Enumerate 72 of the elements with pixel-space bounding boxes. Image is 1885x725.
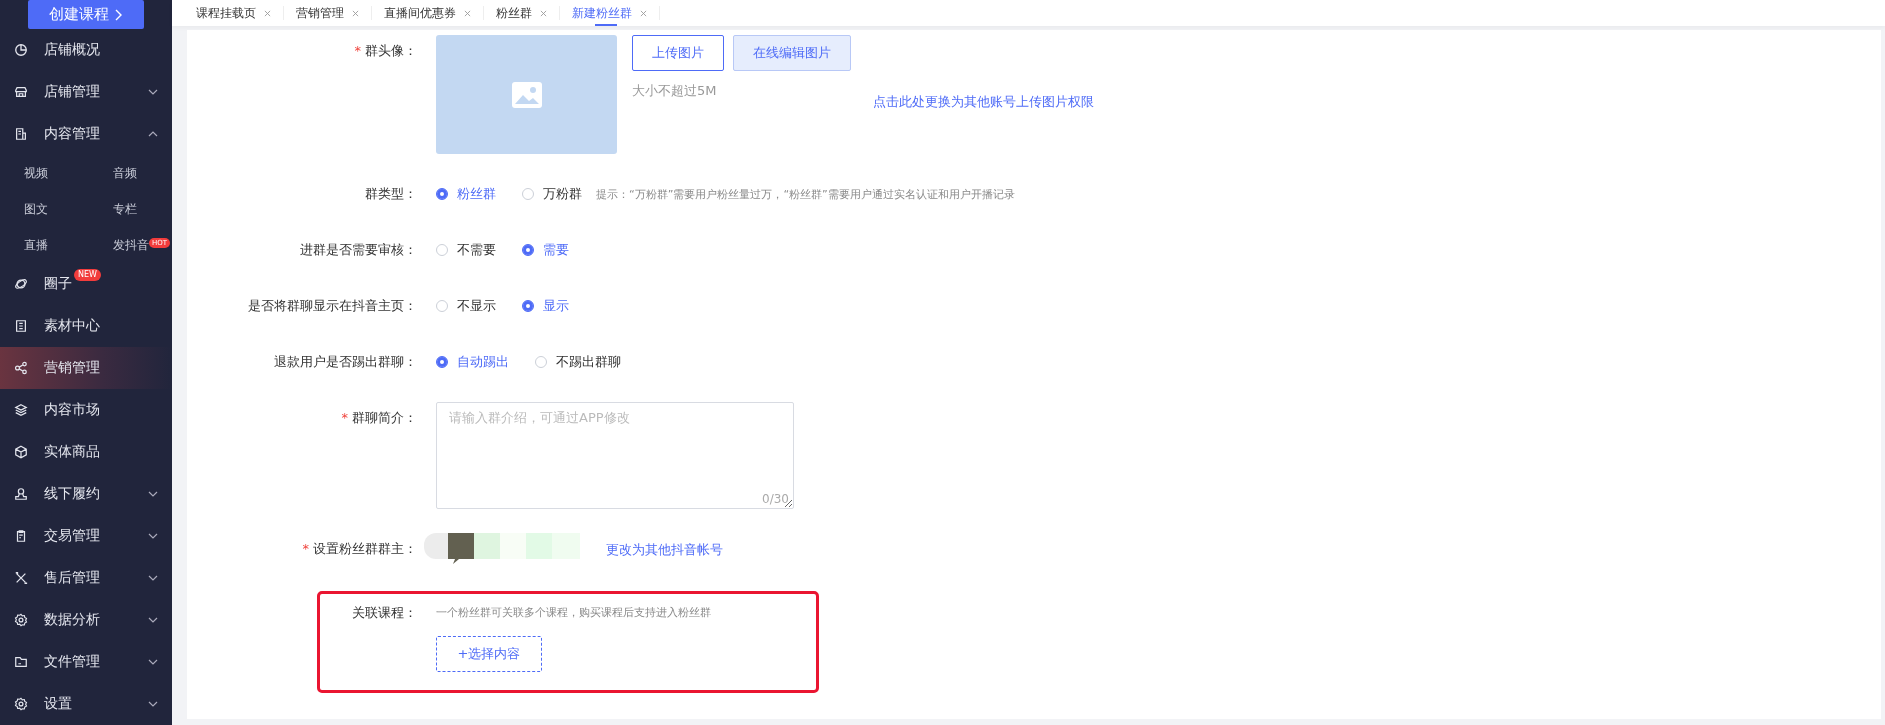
sidebar-item[interactable]: 店铺管理 bbox=[0, 71, 172, 113]
tab[interactable]: 课程挂载页 bbox=[196, 0, 283, 26]
field-label: 是否将群聊显示在抖音主页： bbox=[247, 297, 418, 315]
folder-icon bbox=[14, 655, 28, 669]
close-icon[interactable] bbox=[640, 9, 647, 17]
sidebar-subitem[interactable]: 图文 bbox=[24, 202, 48, 216]
field-label: 关联课程： bbox=[351, 604, 418, 622]
close-icon[interactable] bbox=[264, 9, 271, 17]
pie-chart-icon bbox=[14, 43, 28, 57]
hint-text: 一个粉丝群可关联多个课程，购买课程后支持进入粉丝群 bbox=[436, 605, 711, 621]
sidebar-item[interactable]: 线下履约 bbox=[0, 473, 172, 515]
sidebar-item[interactable]: 售后管理 bbox=[0, 557, 172, 599]
radio-option[interactable]: 显示 bbox=[522, 297, 569, 315]
settings-icon bbox=[14, 697, 28, 711]
settings-icon bbox=[14, 613, 28, 627]
avatar-upload[interactable] bbox=[436, 35, 617, 154]
field-label: 群类型： bbox=[364, 185, 418, 203]
radio-option[interactable]: 不显示 bbox=[436, 297, 496, 315]
radio-option[interactable]: 不踢出群聊 bbox=[535, 353, 621, 371]
planet-icon bbox=[14, 277, 28, 291]
cube-icon bbox=[14, 445, 28, 459]
radio-option[interactable]: 自动踢出 bbox=[436, 353, 509, 371]
radio-option[interactable]: 需要 bbox=[522, 241, 569, 259]
notebook-icon bbox=[14, 319, 28, 333]
store-icon bbox=[14, 85, 28, 99]
sidebar-subitem[interactable]: 音频 bbox=[113, 166, 137, 180]
image-icon bbox=[511, 81, 542, 108]
radio-option[interactable]: 不需要 bbox=[436, 241, 496, 259]
field-label: * 设置粉丝群群主： bbox=[301, 540, 418, 558]
radio-option[interactable]: 粉丝群 bbox=[436, 185, 496, 203]
layers-icon bbox=[14, 403, 28, 417]
create-course-button[interactable]: 创建课程 bbox=[28, 0, 144, 29]
sidebar-subitem[interactable]: 视频 bbox=[24, 166, 48, 180]
sidebar-item[interactable]: 交易管理 bbox=[0, 515, 172, 557]
tab[interactable]: 新建粉丝群 bbox=[572, 0, 659, 26]
sidebar-subitem[interactable]: 专栏 bbox=[113, 202, 137, 216]
share-icon bbox=[14, 361, 28, 375]
sidebar-item[interactable]: 文件管理 bbox=[0, 641, 172, 683]
sidebar-item[interactable]: 设置 bbox=[0, 683, 172, 725]
tab[interactable]: 粉丝群 bbox=[496, 0, 559, 26]
radio-option[interactable]: 万粉群 bbox=[522, 185, 582, 203]
size-hint: 大小不超过5M bbox=[632, 82, 718, 100]
new-badge: NEW bbox=[74, 269, 101, 281]
sidebar-item[interactable]: 店铺概况 bbox=[0, 29, 172, 71]
field-label: * 群聊简介： bbox=[340, 409, 418, 427]
hint-text: 提示：“万粉群”需要用户粉丝量过万，“粉丝群”需要用户通过实名认证和用户开播记录 bbox=[596, 186, 1015, 202]
permission-link[interactable]: 点击此处更换为其他账号上传图片权限 bbox=[873, 93, 1094, 111]
close-icon[interactable] bbox=[464, 9, 471, 17]
sidebar-item[interactable]: 内容市场 bbox=[0, 389, 172, 431]
close-icon[interactable] bbox=[540, 9, 547, 17]
sidebar-item[interactable]: 实体商品 bbox=[0, 431, 172, 473]
field-label: * 群头像： bbox=[353, 42, 418, 60]
change-account-link[interactable]: 更改为其他抖音帐号 bbox=[606, 541, 723, 559]
field-label: 进群是否需要审核： bbox=[299, 241, 418, 259]
stamp-icon bbox=[14, 487, 28, 501]
sidebar-item[interactable]: 圈子 NEW bbox=[0, 263, 172, 305]
char-counter: 0/30 bbox=[762, 492, 789, 506]
select-content-button[interactable]: +选择内容 bbox=[436, 636, 542, 672]
field-label: 退款用户是否踢出群聊： bbox=[273, 353, 418, 371]
sidebar-item[interactable]: 素材中心 bbox=[0, 305, 172, 347]
tab[interactable]: 营销管理 bbox=[296, 0, 371, 26]
chevron-icon bbox=[115, 8, 123, 21]
close-icon[interactable] bbox=[352, 9, 359, 17]
sidebar-item[interactable]: 数据分析 bbox=[0, 599, 172, 641]
clipboard-icon bbox=[14, 529, 28, 543]
sidebar-subitem[interactable]: 发抖音 bbox=[113, 238, 149, 252]
edit-image-button[interactable]: 在线编辑图片 bbox=[733, 35, 851, 71]
sidebar-subitem[interactable]: 直播 bbox=[24, 238, 48, 252]
document-icon bbox=[14, 127, 28, 141]
upload-image-button[interactable]: 上传图片 bbox=[632, 35, 724, 71]
sidebar-item[interactable]: 内容管理 bbox=[0, 113, 172, 155]
tab[interactable]: 直播间优惠券 bbox=[384, 0, 483, 26]
